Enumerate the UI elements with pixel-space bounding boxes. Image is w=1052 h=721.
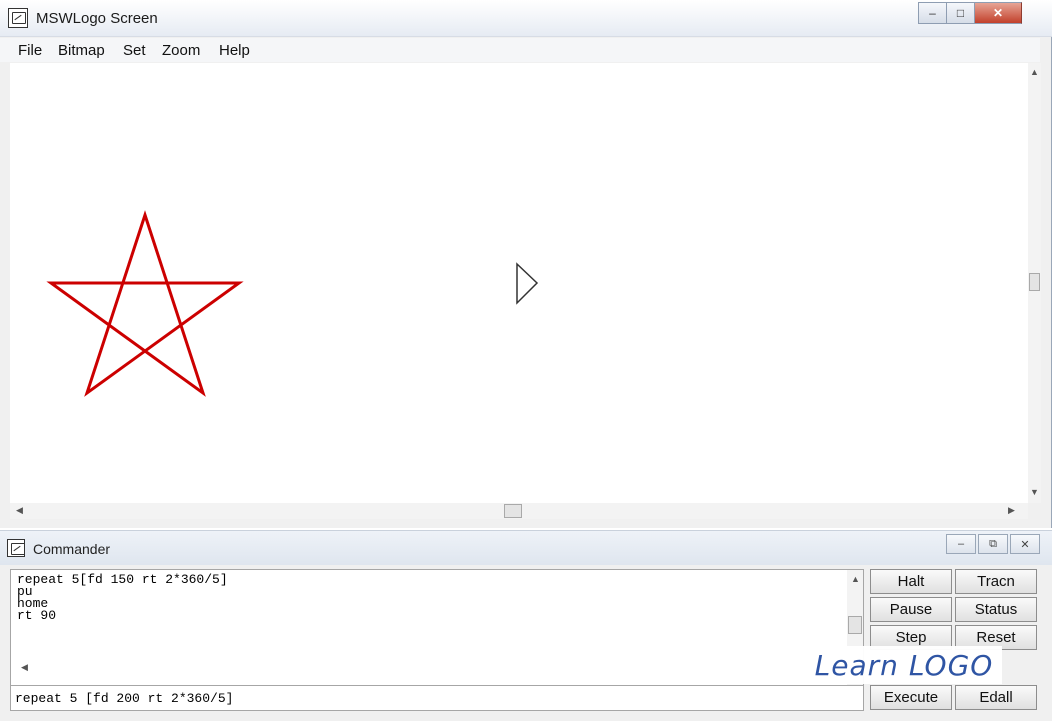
vertical-scrollbar[interactable]: ▲ ▼ xyxy=(1028,63,1041,503)
commander-window: Commander – ⧉ ✕ repeat 5[fd 150 rt 2*360… xyxy=(0,530,1052,721)
commander-app-icon[interactable] xyxy=(7,539,25,557)
turtle-triangle xyxy=(516,262,539,305)
vertical-scroll-thumb[interactable] xyxy=(1029,273,1040,291)
commander-title: Commander xyxy=(33,541,111,557)
edall-button[interactable]: Edall xyxy=(955,685,1037,710)
window-controls: – □ ✕ xyxy=(918,2,1022,24)
command-history[interactable]: repeat 5[fd 150 rt 2*360/5] pu home rt 9… xyxy=(10,569,864,687)
commander-close-button[interactable]: ✕ xyxy=(1010,534,1040,554)
scroll-left-icon[interactable]: ◀ xyxy=(16,505,23,516)
commander-minimize-button[interactable]: – xyxy=(946,534,976,554)
menu-zoom[interactable]: Zoom xyxy=(162,42,200,59)
history-scroll-up-icon[interactable]: ▲ xyxy=(851,574,860,584)
maximize-button[interactable]: □ xyxy=(946,2,974,24)
trace-button[interactable]: Tracn xyxy=(955,569,1037,594)
halt-button[interactable]: Halt xyxy=(870,569,952,594)
menu-set[interactable]: Set xyxy=(123,42,146,59)
horizontal-scroll-thumb[interactable] xyxy=(504,504,522,518)
scroll-right-icon[interactable]: ▶ xyxy=(1008,505,1015,516)
pause-button[interactable]: Pause xyxy=(870,597,952,622)
menu-file[interactable]: File xyxy=(18,42,42,59)
close-button[interactable]: ✕ xyxy=(974,2,1022,24)
window-title: MSWLogo Screen xyxy=(36,10,158,27)
minimize-button[interactable]: – xyxy=(918,2,946,24)
history-scroll-thumb[interactable] xyxy=(848,616,862,634)
mswlogo-app-icon[interactable] xyxy=(8,8,28,28)
status-button[interactable]: Status xyxy=(955,597,1037,622)
learn-logo-watermark: Learn LOGO xyxy=(806,646,1002,684)
turtle-graphics xyxy=(46,210,539,397)
star-drawing xyxy=(46,210,244,397)
commander-window-controls: – ⧉ ✕ xyxy=(946,534,1040,554)
drawing-canvas[interactable] xyxy=(10,63,1028,503)
commander-restore-button[interactable]: ⧉ xyxy=(978,534,1008,554)
history-text: repeat 5[fd 150 rt 2*360/5] pu home rt 9… xyxy=(17,572,228,623)
horizontal-scrollbar[interactable]: ◀ ▶ xyxy=(10,503,1028,519)
command-input-box[interactable] xyxy=(10,685,864,711)
scroll-up-icon[interactable]: ▲ xyxy=(1030,67,1039,77)
execute-button[interactable]: Execute xyxy=(870,685,952,710)
command-input[interactable] xyxy=(15,688,855,708)
menu-help[interactable]: Help xyxy=(219,42,250,59)
scroll-down-icon[interactable]: ▼ xyxy=(1030,487,1039,497)
commander-title-bar[interactable]: Commander – ⧉ ✕ xyxy=(0,531,1052,565)
title-bar[interactable]: MSWLogo Screen – □ ✕ xyxy=(0,0,1052,37)
mswlogo-screen-window: MSWLogo Screen – □ ✕ File Bitmap Set Zoo… xyxy=(0,0,1052,528)
menu-bar: File Bitmap Set Zoom Help xyxy=(0,38,1040,62)
history-scroll-left-icon[interactable]: ◀ xyxy=(21,662,28,673)
menu-bitmap[interactable]: Bitmap xyxy=(58,42,105,59)
